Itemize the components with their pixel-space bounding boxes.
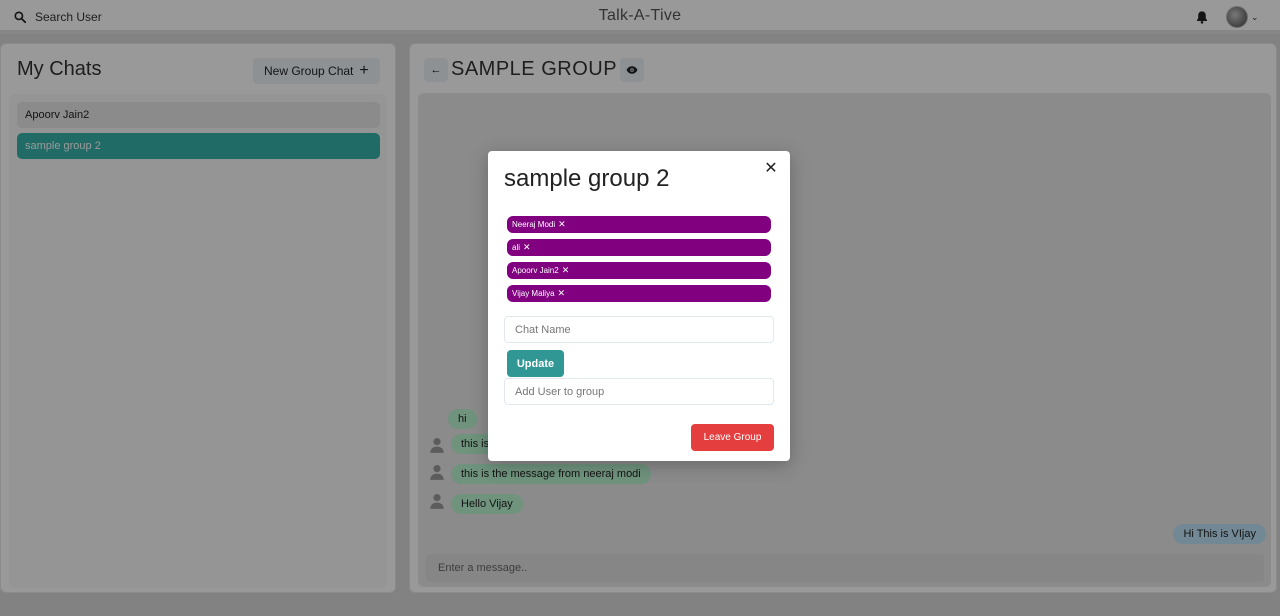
modal-title: sample group 2: [504, 165, 670, 192]
leave-group-button[interactable]: Leave Group: [691, 424, 774, 451]
member-badge[interactable]: Apoorv Jain2 ✕: [507, 262, 771, 279]
update-button[interactable]: Update: [507, 350, 564, 377]
member-name: Apoorv Jain2: [512, 266, 559, 275]
member-name: Vijay Maliya: [512, 289, 555, 298]
chat-name-input[interactable]: [504, 316, 774, 343]
member-name: ali: [512, 243, 521, 252]
remove-member-icon[interactable]: ✕: [523, 242, 531, 253]
member-badge[interactable]: Vijay Maliya ✕: [507, 285, 771, 302]
remove-member-icon[interactable]: ✕: [562, 265, 570, 276]
remove-member-icon[interactable]: ✕: [558, 219, 566, 230]
member-badge[interactable]: Neeraj Modi ✕: [507, 216, 771, 233]
group-settings-modal: sample group 2 ✕ Neeraj Modi ✕ ali ✕ Apo…: [488, 151, 790, 461]
member-badge[interactable]: ali ✕: [507, 239, 771, 256]
member-name: Neeraj Modi: [512, 220, 556, 229]
close-icon[interactable]: ✕: [761, 158, 781, 178]
remove-member-icon[interactable]: ✕: [558, 288, 566, 299]
add-user-input[interactable]: [504, 378, 774, 405]
